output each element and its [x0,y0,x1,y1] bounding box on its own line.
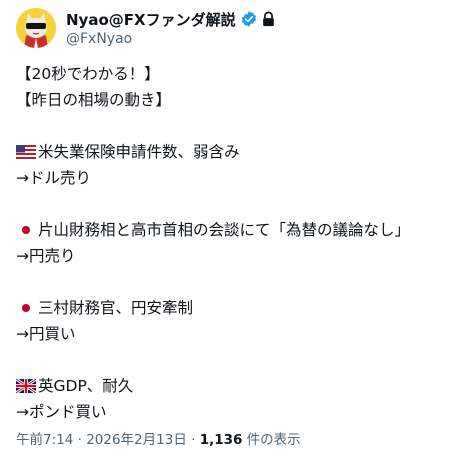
news-result: →ドル売り [16,169,91,187]
news-text: 英GDP、耐久 [38,377,134,395]
news-text: 片山財務相と高市首相の会談にて「為替の議論なし」 [38,221,411,239]
news-item: 英GDP、耐久 [16,373,456,399]
post-header: Nyao@FXファンダ解説 @FxNyao [16,6,446,54]
verified-badge-icon [241,11,256,27]
japan-flag-icon [16,223,36,237]
view-count: 1,136 [199,432,243,448]
user-handle[interactable]: @FxNyao [66,31,132,47]
cat-with-sunglasses-icon [16,8,56,48]
view-label: 件の表示 [242,432,301,448]
post-meta: 午前7:14 · 2026年2月13日 · 1,136 件の表示 [16,428,301,448]
news-result: →ポンド買い [16,403,107,421]
us-flag-icon [16,145,36,159]
post-line: 【20秒でわかる！】 [16,65,160,83]
news-item: 米失業保険申請件数、弱含み [16,139,456,165]
news-item: 三村財務官、円安牽制 [16,295,456,321]
avatar[interactable] [16,8,56,48]
news-item: 片山財務相と高市首相の会談にて「為替の議論なし」 [16,217,456,243]
post-text: 【20秒でわかる！】 【昨日の相場の動き】 米失業保険申請件数、弱含み →ドル売… [16,61,456,425]
lock-icon [262,11,274,27]
japan-flag-icon [16,301,36,315]
news-result: →円買い [16,325,76,343]
post-timestamp[interactable]: 午前7:14 · 2026年2月13日 · [16,432,200,448]
uk-flag-icon [16,379,36,393]
news-text: 米失業保険申請件数、弱含み [38,143,240,161]
news-text: 三村財務官、円安牽制 [38,299,194,317]
news-result: →円売り [16,247,76,265]
display-name[interactable]: Nyao@FXファンダ解説 [66,9,236,30]
post-line: 【昨日の相場の動き】 [16,91,172,109]
